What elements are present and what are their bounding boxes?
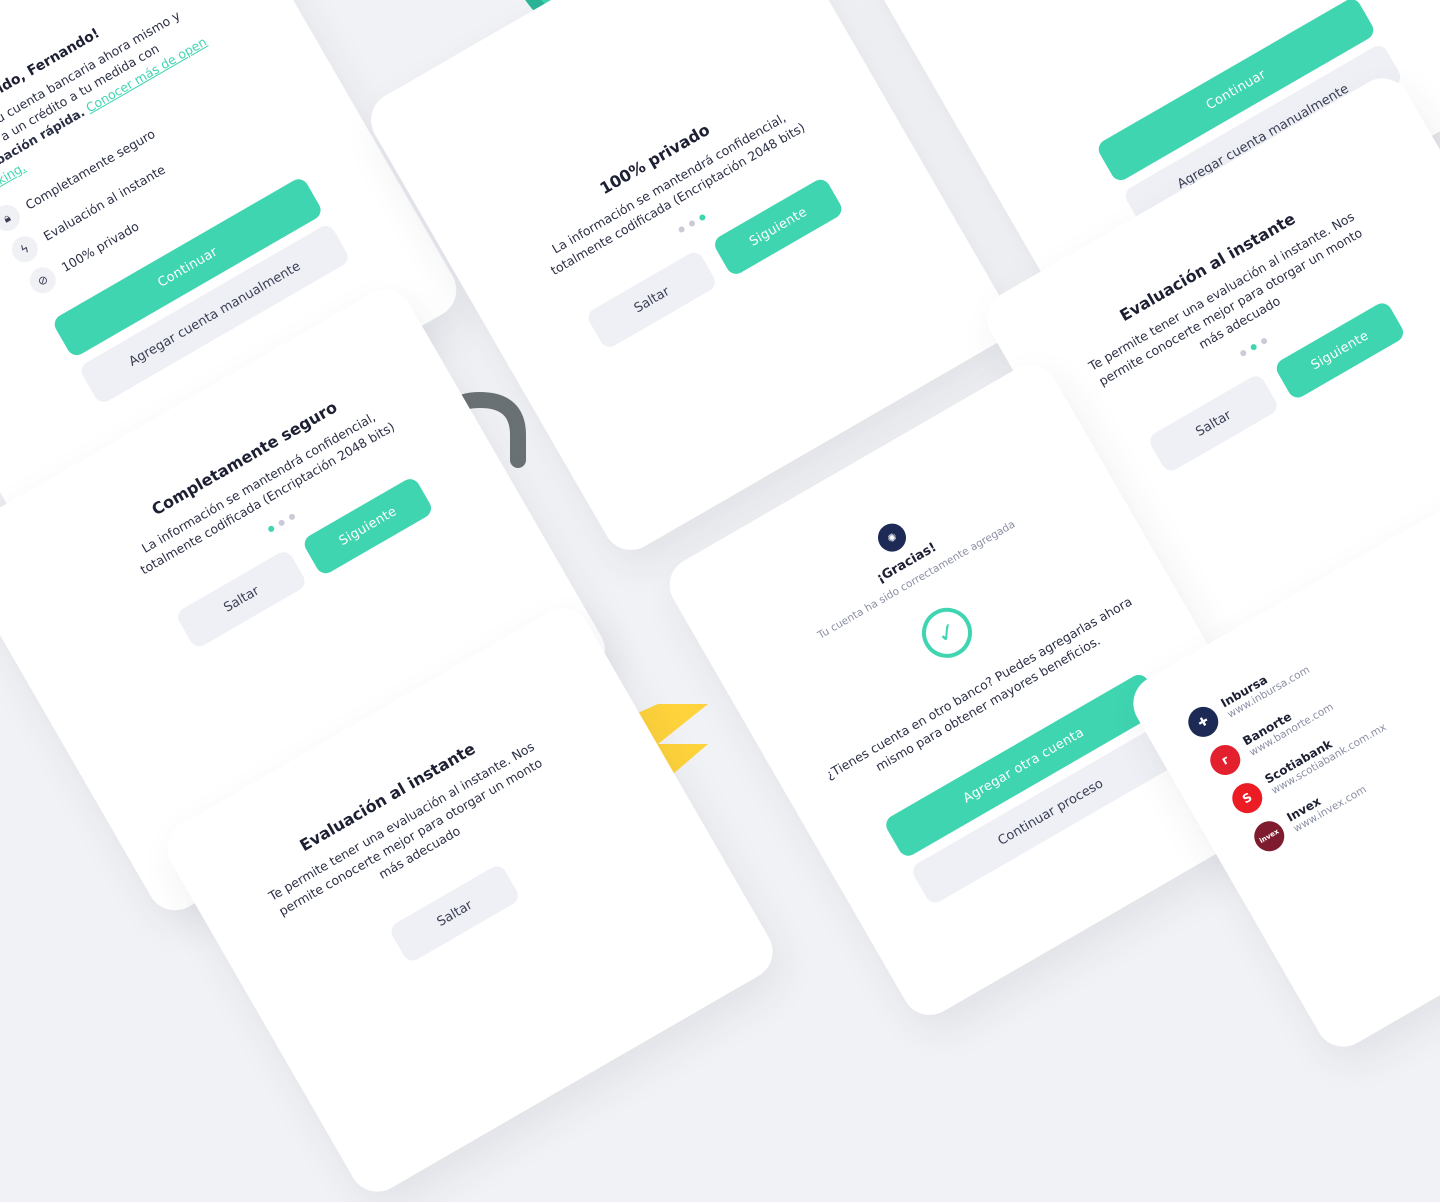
step-dot [277,518,286,527]
private-content: 100% privado La información se mantendrá… [503,66,873,367]
step-dot-active [698,213,707,222]
step-dot-active [1249,342,1258,352]
inbursa-logo-icon: ✚ [1182,701,1224,743]
bank-logo-icon: ✺ [872,518,912,557]
lock-icon: 🔒︎ [0,200,25,236]
invex-logo-icon: invex [1248,815,1290,857]
skip-button[interactable]: Saltar [1146,372,1281,475]
scotiabank-logo-icon: S [1226,777,1268,819]
step-dot [1239,348,1248,358]
step-dot-active [267,524,276,533]
next-button[interactable]: Siguiente [711,176,846,278]
step-dot [287,512,297,521]
skip-button[interactable]: Saltar [387,862,522,965]
next-button[interactable]: Siguiente [301,475,435,577]
skip-button[interactable]: Saltar [584,249,719,351]
eye-off-icon: ⊘ [25,262,61,299]
secure-description: La información se mantendrá confidencial… [137,409,398,578]
next-button[interactable]: Siguiente [1273,299,1407,402]
step-dot [687,219,697,228]
step-dot [1259,336,1269,346]
banorte-logo-icon: ᴦ [1204,739,1246,781]
step-dot [677,225,686,234]
skip-button[interactable]: Saltar [174,548,309,650]
check-circle-icon: ✓ [912,598,982,667]
bolt-icon: ϟ [7,231,43,267]
